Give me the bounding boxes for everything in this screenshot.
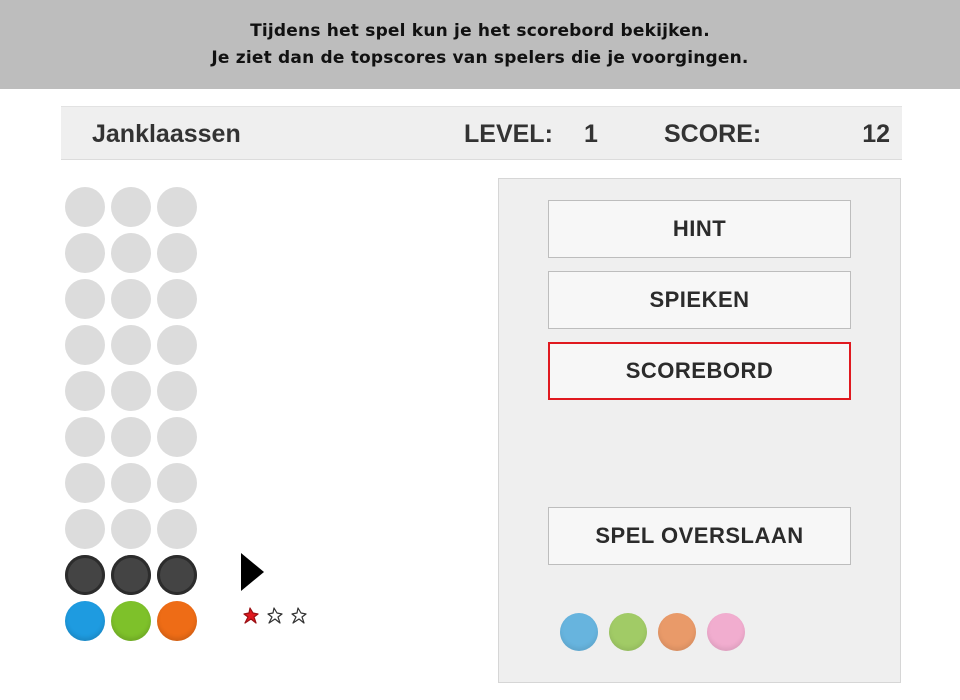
empty-peg [157,509,197,549]
instruction-line-2: Je ziet dan de topscores van spelers die… [211,47,749,68]
spel-overslaan-button[interactable]: SPEL OVERSLAAN [548,507,851,565]
level-value: 1 [584,120,598,148]
instruction-banner: Tijdens het spel kun je het scorebord be… [0,0,960,89]
palette-color-dot[interactable] [707,613,745,651]
pin-red-icon [241,606,261,626]
empty-peg [65,233,105,273]
empty-peg [65,463,105,503]
empty-peg [111,187,151,227]
feedback-pins [241,606,309,626]
guess-peg [65,555,105,595]
player-name: Janklaassen [92,120,241,148]
empty-peg [111,279,151,319]
empty-peg [111,233,151,273]
pin-outline-icon [289,606,309,626]
score-label: SCORE: [664,120,762,148]
empty-peg [157,371,197,411]
current-row-arrow-icon [241,553,264,591]
empty-peg [65,417,105,457]
empty-peg [157,417,197,457]
empty-peg [157,463,197,503]
selected-color-peg[interactable] [157,601,197,641]
empty-peg [65,509,105,549]
guess-peg [111,555,151,595]
palette-color-dot[interactable] [560,613,598,651]
empty-peg [157,325,197,365]
empty-peg [65,187,105,227]
empty-peg [111,463,151,503]
action-panel: HINT SPIEKEN SCOREBORD SPEL OVERSLAAN [498,178,901,683]
score-value: 12 [862,120,890,148]
guess-peg [157,555,197,595]
empty-peg [111,371,151,411]
selected-color-peg[interactable] [111,601,151,641]
game-header: Janklaassen LEVEL: 1 SCORE: 12 [61,106,902,160]
selected-color-peg[interactable] [65,601,105,641]
palette-color-dot[interactable] [658,613,696,651]
hint-button[interactable]: HINT [548,200,851,258]
empty-peg [111,325,151,365]
empty-peg [157,233,197,273]
empty-peg [111,417,151,457]
empty-peg [111,509,151,549]
empty-peg [65,371,105,411]
empty-peg [65,279,105,319]
palette-color-dot[interactable] [609,613,647,651]
instruction-line-1: Tijdens het spel kun je het scorebord be… [250,20,710,41]
empty-peg [157,187,197,227]
pin-outline-icon [265,606,285,626]
spieken-button[interactable]: SPIEKEN [548,271,851,329]
empty-peg [157,279,197,319]
scorebord-button[interactable]: SCOREBORD [548,342,851,400]
empty-peg [65,325,105,365]
level-label: LEVEL: [464,120,553,148]
